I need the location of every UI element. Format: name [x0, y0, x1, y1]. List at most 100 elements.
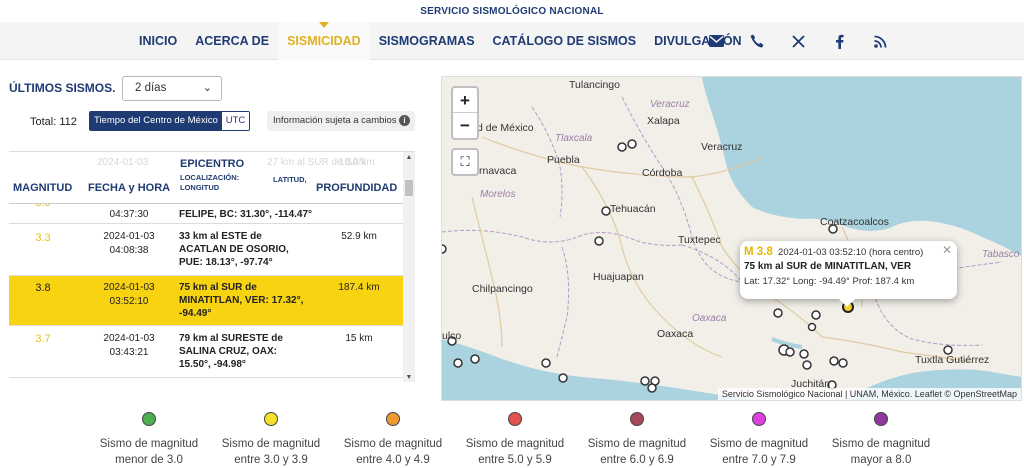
legend-dot [630, 412, 644, 426]
table-row[interactable]: 3.0 04:37:30 FELIPE, BC: 31.30°, -114.47… [9, 197, 403, 224]
quake-table: 2024-01-03 27 km al SUR de SAN 10.0 km M… [9, 151, 415, 382]
header-longitude-sub: LONGITUD [180, 183, 220, 192]
scroll-down-icon[interactable]: ▼ [403, 374, 415, 381]
map-label-coatzacoalcos: Coatzacoalcos [820, 216, 889, 228]
quake-popup: M 3.8 2024-01-03 03:52:10 (hora centro) … [740, 241, 957, 307]
magnitude-legend: Sismo de magnitud menor de 3.0 Sismo de m… [88, 410, 968, 468]
legend-line2: entre 7.0 y 7.9 [722, 454, 796, 466]
phone-icon[interactable] [741, 22, 773, 60]
row-depth: 15 km [345, 333, 373, 344]
row-epicenter: 75 km al SUR de MINATITLAN, VER: 17.32°,… [179, 282, 304, 319]
row-depth: 52.9 km [341, 231, 377, 242]
legend-dot [874, 412, 888, 426]
map-label-morelos: Morelos [480, 189, 516, 200]
tz-utc-button[interactable]: UTC [221, 112, 250, 130]
legend-line2: entre 3.0 y 3.9 [234, 454, 308, 466]
legend-line1: Sismo de magnitud [343, 438, 443, 450]
row-date: 2024-01-03 [103, 231, 155, 242]
map-label-oaxaca-state: Oaxaca [692, 313, 727, 324]
legend-dot [508, 412, 522, 426]
popup-magnitude: M 3.8 [744, 246, 773, 258]
ghost-row-depth: 10.0 km [339, 157, 375, 168]
rss-icon[interactable] [864, 22, 896, 60]
legend-item: Sismo de magnitud mayor a 8.0 [820, 410, 942, 468]
social-icons [700, 22, 905, 60]
legend-line1: Sismo de magnitud [221, 438, 321, 450]
map-label-cuernavaca: rnavaca [479, 165, 517, 177]
nav-item-inicio[interactable]: INICIO [130, 22, 186, 60]
row-time: 03:52:10 [109, 296, 149, 307]
legend-line1: Sismo de magnitud [465, 438, 565, 450]
nav-item-sismicidad[interactable]: SISMICIDAD [278, 22, 370, 60]
popup-header: M 3.8 2024-01-03 03:52:10 (hora centro) [744, 246, 957, 258]
legend-line2: entre 6.0 y 6.9 [600, 454, 674, 466]
header-latitude-sub: LATITUD, [273, 175, 307, 184]
mail-icon[interactable] [700, 22, 732, 60]
map-label-tuxtla: Tuxtla Gutiérrez [915, 354, 990, 366]
row-magnitude: 3.8 [35, 282, 51, 294]
map-attribution[interactable]: Servicio Sismológico Nacional | UNAM, Mé… [717, 388, 1021, 400]
zoom-in-button[interactable]: + [453, 88, 477, 113]
legend-line2: entre 5.0 y 5.9 [478, 454, 552, 466]
facebook-icon[interactable] [823, 22, 855, 60]
nav-item-acerca-de[interactable]: ACERCA DE [186, 22, 278, 60]
row-epicenter: 33 km al ESTE de ACATLAN DE OSORIO, PUE:… [179, 231, 289, 268]
x-icon[interactable] [782, 22, 814, 60]
header-epicenter[interactable]: EPICENTRO [180, 158, 244, 170]
nav-item-catalogo[interactable]: CATÁLOGO DE SISMOS [484, 22, 646, 60]
info-note-text: Información sujeta a cambios [273, 115, 397, 126]
header-depth[interactable]: PROFUNDIDAD [316, 182, 397, 194]
tz-local-button[interactable]: Tiempo del Centro de México [90, 112, 222, 130]
close-icon[interactable]: ✕ [942, 243, 952, 257]
legend-line2: menor de 3.0 [115, 454, 183, 466]
row-date: 2024-01-03 [103, 333, 155, 344]
popup-datetime: 2024-01-03 03:52:10 (hora centro) [778, 247, 924, 258]
legend-line2: mayor a 8.0 [850, 454, 912, 466]
quake-map[interactable]: Tulancingo d de México Tlaxcala Puebla X… [441, 76, 1022, 401]
scroll-up-icon[interactable]: ▲ [403, 154, 415, 161]
map-label-chilpancingo: Chilpancingo [472, 283, 533, 295]
map-label-tulancingo: Tulancingo [569, 79, 620, 91]
period-select[interactable]: 2 días ⌄ [122, 76, 222, 101]
map-label-acapulco: ulco [442, 330, 462, 342]
popup-coords: Lat: 17.32° Long: -94.49° Prof: 187.4 km [744, 276, 915, 287]
row-magnitude: 3.3 [35, 232, 51, 244]
row-time: 03:43:21 [109, 347, 149, 358]
map-label-puebla: Puebla [547, 154, 580, 166]
legend-item: Sismo de magnitud entre 4.0 y 4.9 [332, 410, 454, 468]
info-icon[interactable]: i [399, 115, 410, 126]
legend-item: Sismo de magnitud entre 7.0 y 7.9 [698, 410, 820, 468]
legend-item: Sismo de magnitud menor de 3.0 [88, 410, 210, 468]
map-label-cordoba: Córdoba [642, 167, 683, 179]
row-time: 04:37:30 [109, 209, 149, 220]
legend-line1: Sismo de magnitud [99, 438, 199, 450]
map-label-mexico: d de México [477, 122, 534, 134]
row-depth: 187.4 km [338, 282, 380, 293]
legend-line1: Sismo de magnitud [709, 438, 809, 450]
table-row[interactable]: 3.7 2024-01-03 03:43:21 79 km al SURESTE… [9, 326, 403, 378]
table-header: 2024-01-03 27 km al SUR de SAN 10.0 km M… [9, 152, 403, 204]
map-label-veracruz-state: Veracruz [650, 99, 690, 110]
popup-place: 75 km al SUR de MINATITLAN, VER [744, 261, 912, 272]
legend-item: Sismo de magnitud entre 6.0 y 6.9 [576, 410, 698, 468]
legend-dot [386, 412, 400, 426]
row-magnitude: 3.7 [35, 333, 51, 345]
popup-tip [839, 299, 855, 307]
legend-line1: Sismo de magnitud [831, 438, 931, 450]
zoom-out-button[interactable]: − [453, 113, 477, 138]
header-datetime[interactable]: FECHA y HORA [88, 182, 170, 194]
table-row-selected[interactable]: 3.8 2024-01-03 03:52:10 75 km al SUR de … [9, 276, 403, 326]
info-note: Información sujeta a cambios i [267, 111, 415, 131]
top-brand-bar: SERVICIO SISMOLÓGICO NACIONAL [0, 0, 1024, 22]
map-label-tabasco: Tabasco [982, 249, 1020, 260]
site-brand[interactable]: SERVICIO SISMOLÓGICO NACIONAL [0, 0, 1024, 24]
table-row[interactable]: 3.3 2024-01-03 04:08:38 33 km al ESTE de… [9, 224, 403, 276]
row-epicenter: 79 km al SURESTE de SALINA CRUZ, OAX: 15… [179, 333, 283, 370]
fullscreen-icon[interactable]: ⛶ [451, 148, 479, 176]
scroll-thumb[interactable] [405, 180, 413, 196]
table-scrollbar[interactable]: ▲ ▼ [403, 152, 415, 382]
nav-item-sismogramas[interactable]: SISMOGRAMAS [370, 22, 484, 60]
header-magnitude[interactable]: MAGNITUD [13, 182, 72, 194]
legend-item: Sismo de magnitud entre 3.0 y 3.9 [210, 410, 332, 468]
timezone-toggle: Tiempo del Centro de México UTC [89, 111, 251, 131]
